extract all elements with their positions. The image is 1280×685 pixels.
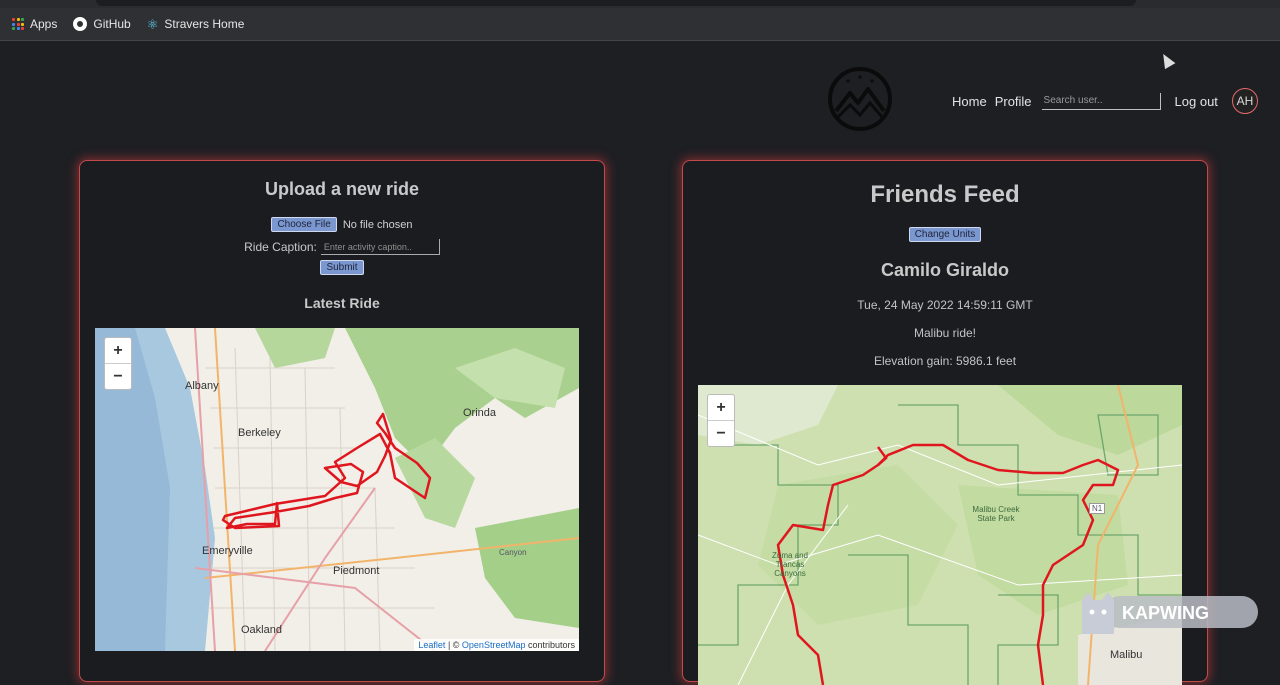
caption-row: Ride Caption: [80, 239, 604, 255]
zoom-in-button[interactable]: + [105, 338, 131, 363]
upload-card: Upload a new ride Choose File No file ch… [79, 160, 605, 682]
latest-ride-title: Latest Ride [304, 295, 380, 311]
watermark-text: KAPWING [1122, 603, 1209, 623]
map-tiles [698, 385, 1182, 685]
zoom-control: + − [104, 337, 132, 390]
file-picker-row: Choose File No file chosen [80, 217, 604, 232]
bookmark-apps[interactable]: Apps [12, 17, 57, 31]
ride-date: Tue, 24 May 2022 14:59:11 GMT [857, 298, 1033, 312]
highway-shield: N1 [1089, 503, 1106, 514]
avatar[interactable]: AH [1232, 88, 1258, 114]
file-status: No file chosen [342, 218, 413, 231]
nav-home[interactable]: Home [952, 94, 987, 109]
caption-label: Ride Caption: [244, 240, 317, 254]
zoom-in-button[interactable]: + [708, 395, 734, 420]
browser-tabstrip [0, 0, 1280, 8]
leaflet-link[interactable]: Leaflet [418, 640, 445, 650]
map-label: Canyon [499, 548, 527, 557]
bookmark-label: Stravers Home [164, 17, 245, 31]
map-attribution: Leaflet | © OpenStreetMap contributors [414, 639, 579, 651]
zoom-out-button[interactable]: − [708, 420, 734, 446]
bookmark-label: Apps [30, 17, 58, 31]
address-bar[interactable] [96, 0, 1136, 6]
bookmark-stravers-home[interactable]: ⚛ Stravers Home [147, 17, 245, 31]
submit-button[interactable]: Submit [320, 260, 364, 275]
map-label: Albany [185, 380, 219, 392]
latest-ride-map[interactable]: Albany Berkeley Orinda Emeryville Piedmo… [95, 328, 579, 651]
zoom-out-button[interactable]: − [105, 363, 131, 389]
friend-name[interactable]: Camilo Giraldo [683, 260, 1207, 281]
osm-link[interactable]: OpenStreetMap [462, 640, 526, 650]
map-label: Malibu [1110, 649, 1143, 661]
logout-link[interactable]: Log out [1175, 94, 1218, 109]
map-label: Piedmont [333, 565, 380, 577]
mountain-logo-icon[interactable] [828, 67, 892, 131]
attribution-text: contributors [525, 640, 575, 650]
kapwing-watermark: KAPWING [1082, 592, 1258, 634]
map-label: Malibu Creek State Park [972, 505, 1020, 523]
friend-ride-map[interactable]: Malibu Creek State Park Zuma and Trancas… [698, 385, 1182, 685]
react-icon: ⚛ [146, 16, 159, 32]
bookmark-label: GitHub [93, 17, 131, 31]
nav-profile[interactable]: Profile [995, 94, 1032, 109]
map-label: Oakland [241, 624, 282, 636]
apps-grid-icon [12, 18, 24, 30]
attribution-separator: | © [445, 640, 462, 650]
kapwing-logo-icon [1082, 592, 1114, 634]
choose-file-button[interactable]: Choose File [271, 217, 337, 232]
map-label: Orinda [463, 407, 497, 419]
ride-elevation: Elevation gain: 5986.1 feet [873, 354, 1017, 368]
change-units-button[interactable]: Change Units [908, 227, 982, 242]
zoom-control: + − [707, 394, 735, 447]
bookmark-github[interactable]: GitHub [73, 17, 131, 31]
map-label: Berkeley [238, 427, 281, 439]
bookmarks-bar: Apps GitHub ⚛ Stravers Home [0, 8, 1280, 41]
map-label: Emeryville [202, 545, 253, 557]
search-user-input[interactable] [1041, 92, 1161, 110]
submit-row: Submit [80, 260, 604, 275]
mouse-cursor-icon [1158, 51, 1176, 70]
map-label: Zuma and Trancas Canyons [771, 551, 809, 578]
github-icon [73, 17, 88, 31]
caption-input[interactable] [320, 239, 440, 255]
top-nav: Home Profile Log out [952, 88, 1226, 114]
upload-title: Upload a new ride [264, 179, 420, 199]
feed-title: Friends Feed [870, 181, 1020, 208]
map-tiles [95, 328, 579, 651]
ride-caption: Malibu ride! [913, 326, 977, 340]
units-row: Change Units [683, 227, 1207, 242]
